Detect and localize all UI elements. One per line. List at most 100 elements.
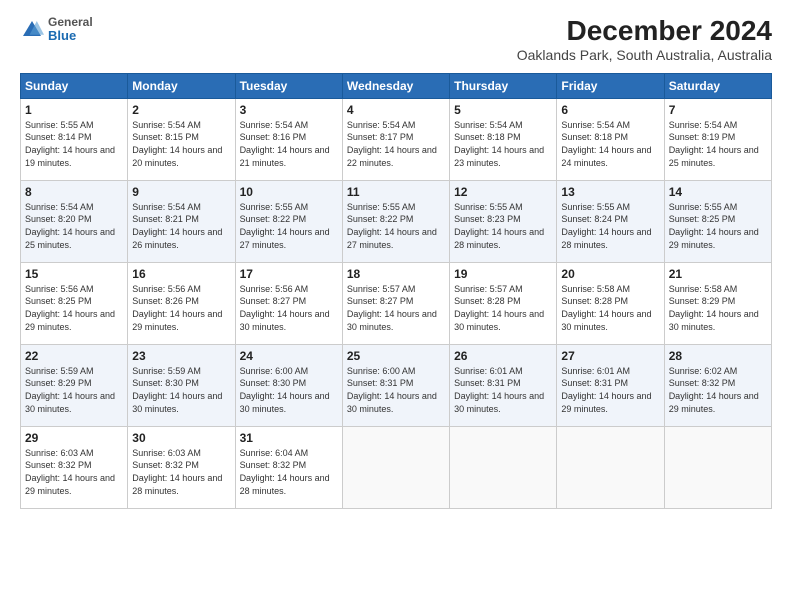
- day-number: 23: [132, 349, 230, 363]
- calendar-cell: 23 Sunrise: 5:59 AMSunset: 8:30 PMDayligh…: [128, 344, 235, 426]
- day-number: 15: [25, 267, 123, 281]
- calendar-cell: 27 Sunrise: 6:01 AMSunset: 8:31 PMDayligh…: [557, 344, 664, 426]
- calendar-cell: 9Sunrise: 5:54 AMSunset: 8:21 PMDaylight…: [128, 180, 235, 262]
- day-number: 24: [240, 349, 338, 363]
- day-info: Sunrise: 5:55 AMSunset: 8:25 PMDaylight:…: [669, 201, 767, 251]
- header-tuesday: Tuesday: [235, 73, 342, 98]
- calendar-cell: [342, 426, 449, 508]
- calendar-cell: 3 Sunrise: 5:54 AMSunset: 8:16 PMDaylight…: [235, 98, 342, 180]
- calendar-cell: 4 Sunrise: 5:54 AMSunset: 8:17 PMDaylight…: [342, 98, 449, 180]
- day-info: Sunrise: 5:57 AMSunset: 8:28 PMDaylight:…: [454, 283, 552, 333]
- calendar-cell: 30Sunrise: 6:03 AMSunset: 8:32 PMDayligh…: [128, 426, 235, 508]
- calendar-cell: 29Sunrise: 6:03 AMSunset: 8:32 PMDayligh…: [21, 426, 128, 508]
- day-info: Sunrise: 5:54 AMSunset: 8:15 PMDaylight:…: [132, 119, 230, 169]
- day-number: 26: [454, 349, 552, 363]
- calendar-cell: 7 Sunrise: 5:54 AMSunset: 8:19 PMDaylight…: [664, 98, 771, 180]
- day-number: 22: [25, 349, 123, 363]
- day-number: 9: [132, 185, 230, 199]
- day-number: 25: [347, 349, 445, 363]
- day-number: 3: [240, 103, 338, 117]
- calendar-cell: 8 Sunrise: 5:54 AMSunset: 8:20 PMDaylight…: [21, 180, 128, 262]
- day-info: Sunrise: 5:54 AMSunset: 8:18 PMDaylight:…: [454, 119, 552, 169]
- logo-blue: Blue: [48, 29, 93, 43]
- day-number: 7: [669, 103, 767, 117]
- day-number: 11: [347, 185, 445, 199]
- day-number: 18: [347, 267, 445, 281]
- day-info: Sunrise: 5:55 AMSunset: 8:23 PMDaylight:…: [454, 201, 552, 251]
- header-saturday: Saturday: [664, 73, 771, 98]
- day-info: Sunrise: 5:54 AMSunset: 8:16 PMDaylight:…: [240, 119, 338, 169]
- calendar-week-row: 29Sunrise: 6:03 AMSunset: 8:32 PMDayligh…: [21, 426, 772, 508]
- calendar-cell: 31 Sunrise: 6:04 AMSunset: 8:32 PMDayligh…: [235, 426, 342, 508]
- day-number: 14: [669, 185, 767, 199]
- calendar-cell: 21 Sunrise: 5:58 AMSunset: 8:29 PMDayligh…: [664, 262, 771, 344]
- calendar-week-row: 8 Sunrise: 5:54 AMSunset: 8:20 PMDaylight…: [21, 180, 772, 262]
- day-info: Sunrise: 5:54 AMSunset: 8:17 PMDaylight:…: [347, 119, 445, 169]
- calendar-cell: [557, 426, 664, 508]
- day-info: Sunrise: 5:55 AMSunset: 8:22 PMDaylight:…: [240, 201, 338, 251]
- day-info: Sunrise: 5:59 AMSunset: 8:30 PMDaylight:…: [132, 365, 230, 415]
- day-info: Sunrise: 5:57 AMSunset: 8:27 PMDaylight:…: [347, 283, 445, 333]
- calendar-cell: 17Sunrise: 5:56 AMSunset: 8:27 PMDayligh…: [235, 262, 342, 344]
- day-number: 2: [132, 103, 230, 117]
- calendar-cell: 11 Sunrise: 5:55 AMSunset: 8:22 PMDayligh…: [342, 180, 449, 262]
- calendar-cell: 2 Sunrise: 5:54 AMSunset: 8:15 PMDaylight…: [128, 98, 235, 180]
- header-thursday: Thursday: [450, 73, 557, 98]
- day-number: 21: [669, 267, 767, 281]
- calendar-cell: 15 Sunrise: 5:56 AMSunset: 8:25 PMDayligh…: [21, 262, 128, 344]
- calendar-cell: [664, 426, 771, 508]
- day-info: Sunrise: 6:03 AMSunset: 8:32 PMDaylight:…: [25, 447, 123, 497]
- day-info: Sunrise: 6:04 AMSunset: 8:32 PMDaylight:…: [240, 447, 338, 497]
- day-number: 8: [25, 185, 123, 199]
- day-info: Sunrise: 6:01 AMSunset: 8:31 PMDaylight:…: [561, 365, 659, 415]
- day-number: 13: [561, 185, 659, 199]
- day-info: Sunrise: 5:58 AMSunset: 8:29 PMDaylight:…: [669, 283, 767, 333]
- title-block: December 2024 Oaklands Park, South Austr…: [517, 16, 772, 63]
- day-info: Sunrise: 6:01 AMSunset: 8:31 PMDaylight:…: [454, 365, 552, 415]
- calendar-cell: [450, 426, 557, 508]
- day-info: Sunrise: 5:55 AMSunset: 8:24 PMDaylight:…: [561, 201, 659, 251]
- day-number: 31: [240, 431, 338, 445]
- header-friday: Friday: [557, 73, 664, 98]
- calendar-cell: 12 Sunrise: 5:55 AMSunset: 8:23 PMDayligh…: [450, 180, 557, 262]
- calendar-cell: 18 Sunrise: 5:57 AMSunset: 8:27 PMDayligh…: [342, 262, 449, 344]
- calendar-week-row: 22Sunrise: 5:59 AMSunset: 8:29 PMDayligh…: [21, 344, 772, 426]
- header-monday: Monday: [128, 73, 235, 98]
- day-number: 16: [132, 267, 230, 281]
- header-sunday: Sunday: [21, 73, 128, 98]
- logo: General Blue: [20, 16, 93, 43]
- day-number: 6: [561, 103, 659, 117]
- day-info: Sunrise: 5:58 AMSunset: 8:28 PMDaylight:…: [561, 283, 659, 333]
- day-number: 10: [240, 185, 338, 199]
- day-number: 27: [561, 349, 659, 363]
- header-wednesday: Wednesday: [342, 73, 449, 98]
- calendar: Sunday Monday Tuesday Wednesday Thursday…: [20, 73, 772, 509]
- day-info: Sunrise: 6:02 AMSunset: 8:32 PMDaylight:…: [669, 365, 767, 415]
- day-number: 19: [454, 267, 552, 281]
- calendar-cell: 28 Sunrise: 6:02 AMSunset: 8:32 PMDayligh…: [664, 344, 771, 426]
- logo-text: General Blue: [48, 16, 93, 43]
- day-info: Sunrise: 5:54 AMSunset: 8:18 PMDaylight:…: [561, 119, 659, 169]
- day-number: 4: [347, 103, 445, 117]
- calendar-cell: 19 Sunrise: 5:57 AMSunset: 8:28 PMDayligh…: [450, 262, 557, 344]
- day-info: Sunrise: 5:55 AMSunset: 8:22 PMDaylight:…: [347, 201, 445, 251]
- day-info: Sunrise: 6:03 AMSunset: 8:32 PMDaylight:…: [132, 447, 230, 497]
- day-number: 5: [454, 103, 552, 117]
- day-number: 12: [454, 185, 552, 199]
- calendar-cell: 14 Sunrise: 5:55 AMSunset: 8:25 PMDayligh…: [664, 180, 771, 262]
- logo-icon: [20, 18, 44, 42]
- header: General Blue December 2024 Oaklands Park…: [20, 16, 772, 63]
- day-info: Sunrise: 5:55 AMSunset: 8:14 PMDaylight:…: [25, 119, 123, 169]
- calendar-cell: 13 Sunrise: 5:55 AMSunset: 8:24 PMDayligh…: [557, 180, 664, 262]
- calendar-cell: 26 Sunrise: 6:01 AMSunset: 8:31 PMDayligh…: [450, 344, 557, 426]
- day-info: Sunrise: 5:54 AMSunset: 8:20 PMDaylight:…: [25, 201, 123, 251]
- day-number: 28: [669, 349, 767, 363]
- day-info: Sunrise: 5:54 AMSunset: 8:19 PMDaylight:…: [669, 119, 767, 169]
- day-info: Sunrise: 5:56 AMSunset: 8:25 PMDaylight:…: [25, 283, 123, 333]
- calendar-week-row: 1 Sunrise: 5:55 AMSunset: 8:14 PMDaylight…: [21, 98, 772, 180]
- day-number: 1: [25, 103, 123, 117]
- calendar-cell: 5 Sunrise: 5:54 AMSunset: 8:18 PMDaylight…: [450, 98, 557, 180]
- calendar-cell: 24Sunrise: 6:00 AMSunset: 8:30 PMDayligh…: [235, 344, 342, 426]
- calendar-week-row: 15 Sunrise: 5:56 AMSunset: 8:25 PMDayligh…: [21, 262, 772, 344]
- calendar-cell: 22Sunrise: 5:59 AMSunset: 8:29 PMDayligh…: [21, 344, 128, 426]
